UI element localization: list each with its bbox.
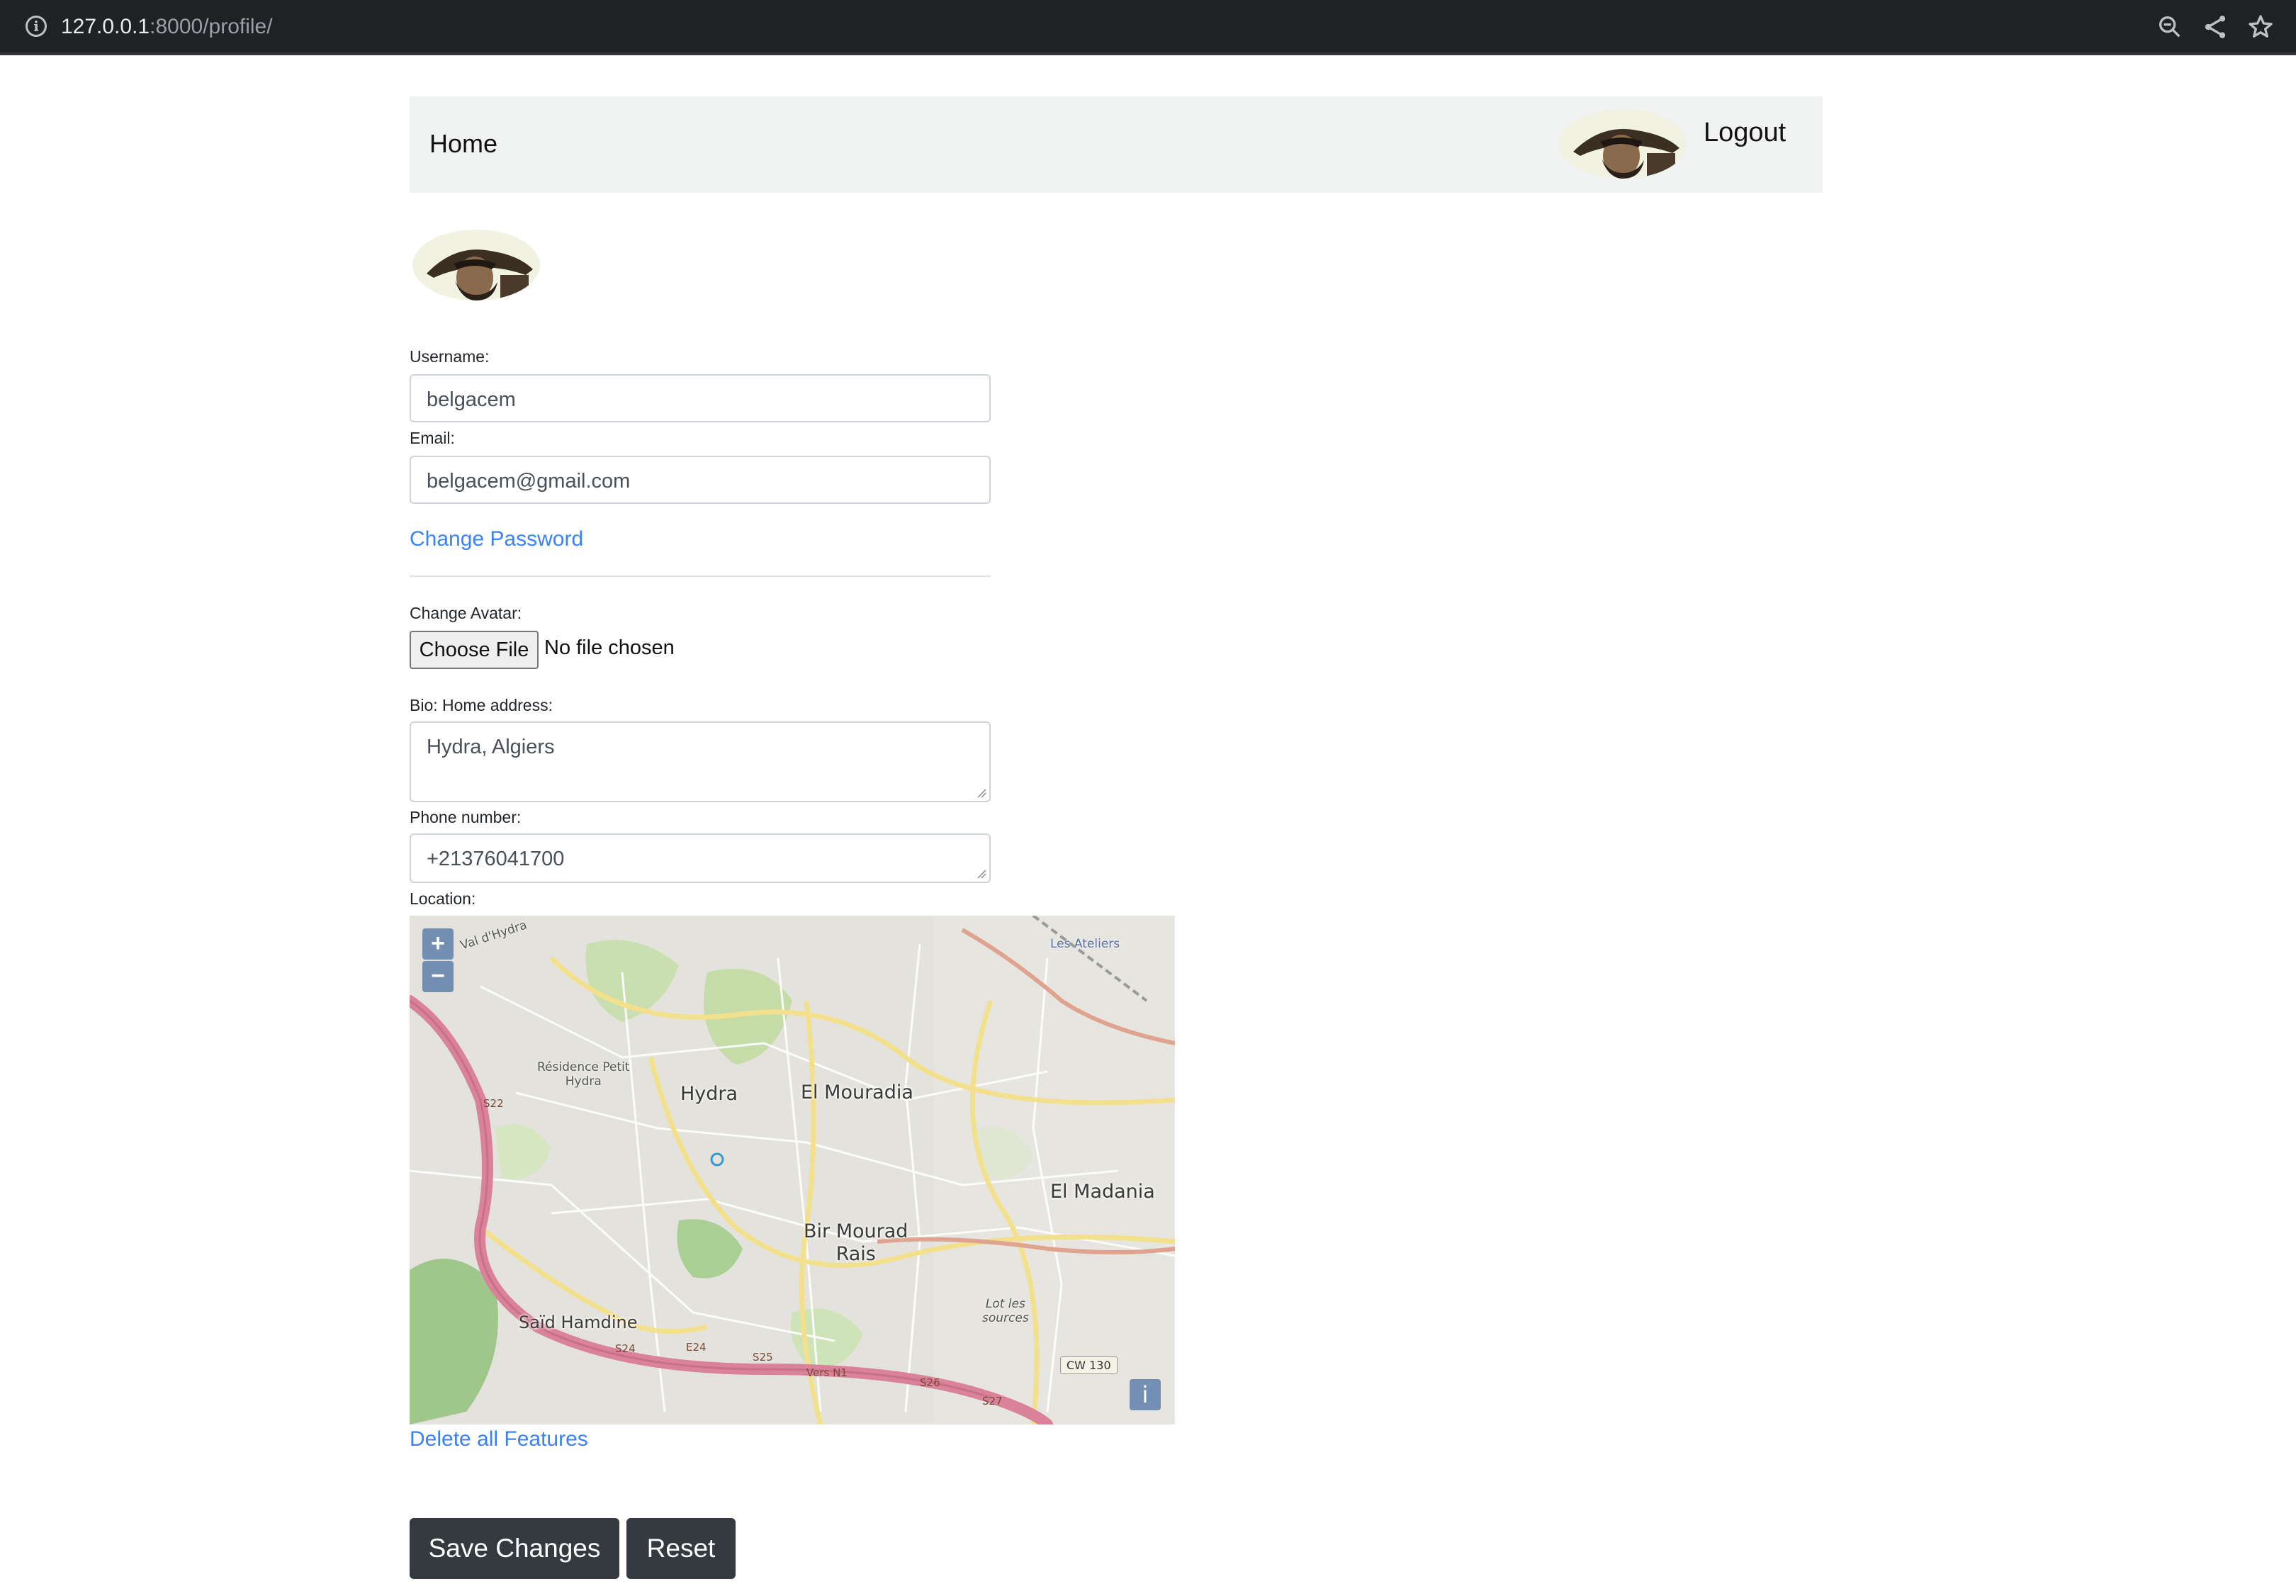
address-label: Home address: (442, 696, 553, 714)
profile-avatar (412, 230, 540, 300)
map-label: Résidence Petit Hydra (537, 1060, 629, 1089)
location-map[interactable]: + − Val d'Hydra Résidence Petit Hydra Hyd… (410, 916, 1175, 1424)
map-road-label: S25 (753, 1351, 773, 1364)
phone-textarea[interactable]: +21376041700 (410, 833, 991, 883)
map-label-line: Lot les (985, 1297, 1025, 1311)
map-place-label: Bir Mourad Rais (804, 1220, 908, 1266)
map-label-line: Bir Mourad (804, 1220, 908, 1242)
navbar: Home Logout (410, 96, 1823, 193)
zoom-icon[interactable] (2156, 13, 2184, 41)
address-bar[interactable]: 127.0.0.1:8000/profile/ (61, 13, 273, 41)
change-password-link[interactable]: Change Password (410, 527, 583, 551)
no-file-text: No file chosen (544, 636, 675, 659)
avatar-label: Change Avatar: (410, 604, 522, 622)
address-textarea[interactable]: Hydra, Algiers (410, 721, 991, 802)
map-place-label: Saïd Hamdine (519, 1313, 638, 1332)
bookmark-star-icon[interactable] (2246, 13, 2275, 41)
map-tiles (410, 916, 1175, 1424)
resize-handle-icon[interactable] (977, 788, 986, 798)
nav-home-link[interactable]: Home (429, 129, 497, 159)
username-input[interactable]: belgacem (410, 374, 991, 422)
site-info-icon[interactable]: i (26, 16, 47, 37)
nav-avatar (1559, 109, 1687, 179)
save-changes-button[interactable]: Save Changes (410, 1518, 619, 1579)
map-place-label: Hydra (680, 1083, 738, 1105)
address-value: Hydra, Algiers (427, 736, 555, 758)
resize-handle-icon[interactable] (977, 869, 986, 879)
phone-value: +21376041700 (427, 848, 565, 870)
map-road-label: S22 (483, 1097, 504, 1110)
choose-file-button[interactable]: Choose File (410, 631, 539, 669)
logout-link[interactable]: Logout (1704, 118, 1786, 148)
reset-button[interactable]: Reset (626, 1518, 736, 1579)
map-road-label: E24 (686, 1341, 707, 1354)
url-host: 127.0.0.1 (61, 15, 150, 38)
map-road-shield: CW 130 (1060, 1356, 1118, 1374)
browser-toolbar: i 127.0.0.1:8000/profile/ (0, 0, 2296, 55)
map-label: Lot les sources (982, 1297, 1029, 1325)
map-label-line: Résidence Petit (537, 1060, 630, 1074)
share-icon[interactable] (2201, 13, 2229, 41)
zoom-out-button[interactable]: − (422, 961, 454, 992)
map-info-button[interactable]: i (1130, 1379, 1161, 1410)
email-label: Email: (410, 429, 455, 447)
url-path: :8000/profile/ (150, 15, 273, 38)
map-road-label: S27 (982, 1395, 1003, 1407)
delete-features-link[interactable]: Delete all Features (410, 1427, 588, 1451)
zoom-in-button[interactable]: + (422, 928, 454, 960)
map-place-label: El Madania (1050, 1181, 1155, 1203)
map-label: Les Ateliers (1050, 937, 1120, 951)
email-input[interactable]: belgacem@gmail.com (410, 456, 991, 504)
bio-label: Bio: (410, 696, 438, 714)
location-label: Location: (410, 889, 476, 908)
map-road-label: S26 (920, 1376, 940, 1389)
map-label-line: Hydra (565, 1074, 602, 1089)
map-road-label: S24 (615, 1342, 636, 1355)
divider (410, 575, 991, 577)
phone-label: Phone number: (410, 808, 522, 826)
username-label: Username: (410, 347, 490, 366)
bio-label-row: Bio: Home address: (410, 696, 553, 715)
map-label-line: Rais (835, 1243, 876, 1265)
map-place-label: El Mouradia (801, 1081, 913, 1103)
map-road-label: Vers N1 (806, 1366, 848, 1379)
map-label-line: sources (982, 1311, 1029, 1325)
